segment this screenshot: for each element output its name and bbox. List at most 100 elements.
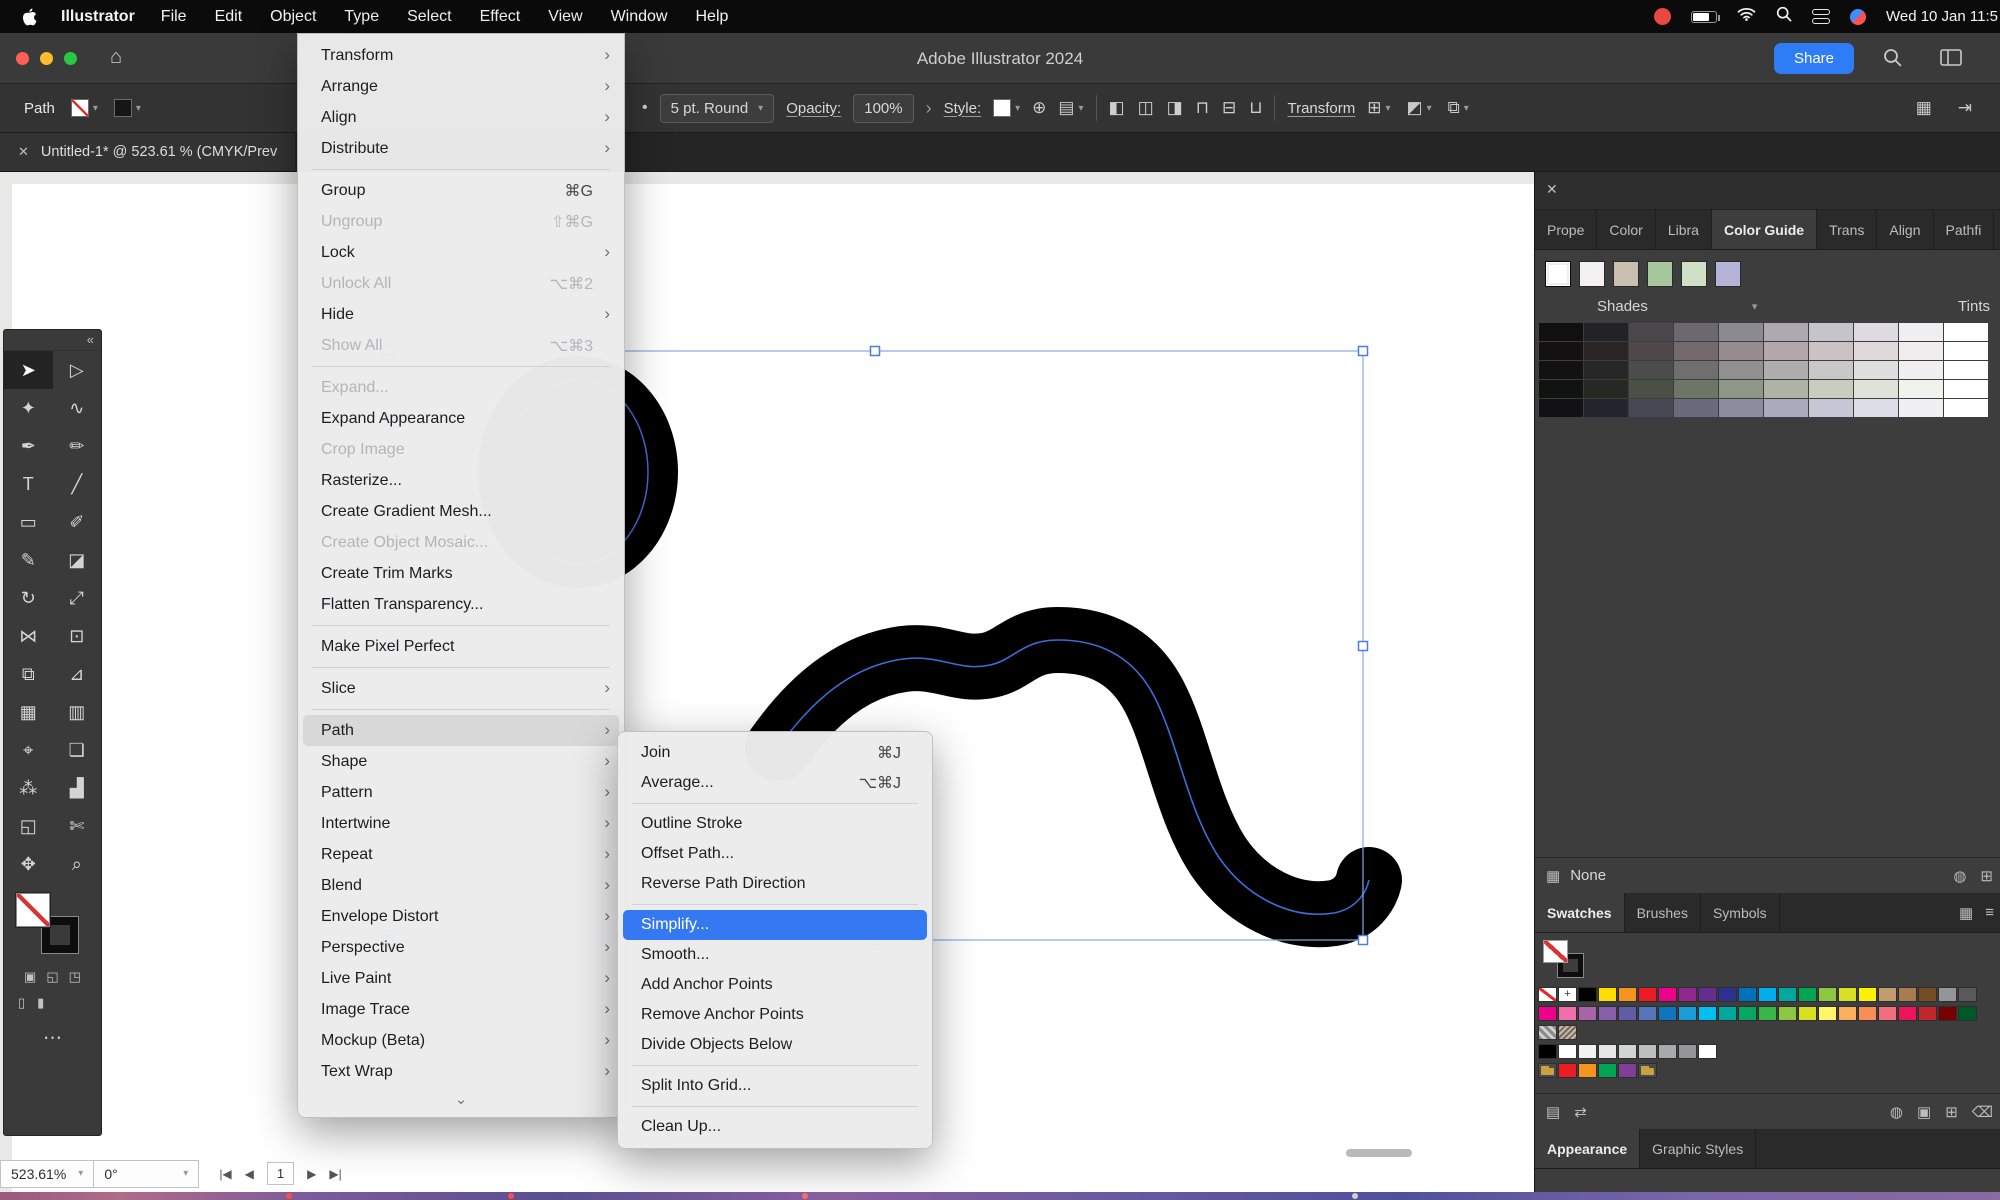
menu-item[interactable]: Text Wrap [303, 1056, 619, 1087]
swatch[interactable] [1618, 987, 1637, 1002]
close-tab-icon[interactable]: ✕ [18, 144, 29, 160]
isolate-mode-icon[interactable]: ⧉ ▾ [1448, 98, 1469, 118]
swatch[interactable] [1538, 1006, 1557, 1021]
color-guide-base-swatch[interactable] [1715, 261, 1741, 287]
swatch[interactable] [1538, 1063, 1557, 1078]
swatch[interactable] [1918, 1006, 1937, 1021]
swatch[interactable] [1578, 1044, 1597, 1059]
swatch[interactable] [1958, 987, 1977, 1002]
opacity-label[interactable]: Opacity: [786, 100, 841, 117]
zoom-tool[interactable]: ⌕ [53, 845, 102, 883]
swatch[interactable] [1638, 1006, 1657, 1021]
swatch[interactable] [1558, 1063, 1577, 1078]
color-guide-swatch[interactable] [1719, 399, 1763, 417]
menu-item[interactable]: Clean Up... [623, 1112, 927, 1142]
color-guide-swatch[interactable] [1944, 380, 1988, 398]
mesh-tool[interactable]: ▦ [4, 693, 53, 731]
menu-item[interactable] [632, 904, 918, 905]
screen-mode-icon[interactable]: ▮ [37, 995, 44, 1011]
perspective-grid-tool[interactable]: ⊿ [53, 655, 102, 693]
fill-color-control[interactable]: ▾ [70, 99, 98, 117]
menu-item-path[interactable]: Path [303, 715, 619, 746]
swatch[interactable] [1598, 987, 1617, 1002]
search-icon[interactable] [1883, 48, 1902, 72]
color-guide-base-swatch[interactable] [1681, 261, 1707, 287]
color-guide-swatch[interactable] [1809, 342, 1853, 360]
color-guide-swatch[interactable] [1584, 380, 1628, 398]
close-panel-icon[interactable]: ✕ [1546, 181, 1558, 198]
gradient-tool[interactable]: ▥ [53, 693, 102, 731]
eyedropper-tool[interactable]: ⌖ [4, 731, 53, 769]
swatch[interactable] [1718, 1006, 1737, 1021]
dock-panel-icon[interactable]: ⇥ [1958, 98, 1972, 118]
swatch-kinds-icon[interactable]: ⇄ [1574, 1103, 1587, 1121]
wifi-icon[interactable] [1737, 7, 1756, 26]
color-guide-swatch[interactable] [1629, 361, 1673, 379]
pencil-tool[interactable]: ✎ [4, 541, 53, 579]
panel-tab[interactable]: Libra [1656, 210, 1712, 249]
panel-tab[interactable]: Swatches [1535, 893, 1625, 932]
swatch[interactable] [1538, 1044, 1557, 1059]
swatch[interactable] [1958, 1006, 1977, 1021]
color-guide-swatch[interactable] [1719, 380, 1763, 398]
align-icon[interactable]: ⊓ [1196, 98, 1209, 118]
tints-label[interactable]: Tints [1958, 298, 1990, 315]
rotate-tool[interactable]: ↻ [4, 579, 53, 617]
color-guide-swatch[interactable] [1944, 399, 1988, 417]
menu-item[interactable]: Crop Image [303, 434, 619, 465]
new-swatch-icon[interactable]: ⊞ [1945, 1103, 1958, 1121]
swatch[interactable] [1658, 1006, 1677, 1021]
menubar-item[interactable]: Object [256, 0, 330, 33]
new-color-group-icon[interactable]: ▣ [1917, 1103, 1931, 1121]
menu-item[interactable]: Expand... [303, 372, 619, 403]
swatch[interactable] [1598, 1063, 1617, 1078]
color-guide-swatch[interactable] [1674, 361, 1718, 379]
opacity-value-dropdown[interactable]: 100% [853, 93, 914, 123]
swatch[interactable] [1558, 1044, 1577, 1059]
document-setup-icon[interactable]: ⊕ [1032, 98, 1046, 118]
panel-tab[interactable]: Prope [1535, 210, 1598, 249]
swatch[interactable] [1798, 1006, 1817, 1021]
menu-item[interactable] [632, 1065, 918, 1066]
slice-tool[interactable]: ✄ [53, 807, 102, 845]
panel-tab[interactable]: Brushes [1625, 893, 1701, 932]
app-menu-title[interactable]: Illustrator [61, 8, 135, 26]
color-guide-swatch[interactable] [1674, 323, 1718, 341]
menu-item[interactable]: Smooth... [623, 940, 927, 970]
line-segment-tool[interactable]: ╱ [53, 465, 102, 503]
menubar-clock[interactable]: Wed 10 Jan 11:5 [1886, 8, 1998, 25]
control-center-icon[interactable] [1811, 9, 1830, 24]
type-tool[interactable]: T [4, 465, 53, 503]
shape-mode-icon[interactable]: ⊞ ▾ [1367, 98, 1390, 118]
color-guide-swatch[interactable] [1764, 342, 1808, 360]
color-guide-swatch[interactable] [1629, 399, 1673, 417]
hand-tool[interactable]: ✥ [4, 845, 53, 883]
menu-item[interactable]: Group ⌘G [303, 175, 619, 206]
swatch[interactable] [1758, 987, 1777, 1002]
menu-item[interactable] [632, 1106, 918, 1107]
list-view-icon[interactable]: ≡ [1985, 904, 1994, 921]
panel-tab[interactable]: Trans [1817, 210, 1878, 249]
swatch[interactable] [1918, 987, 1937, 1002]
swatch[interactable] [1878, 1006, 1897, 1021]
swatch[interactable] [1938, 987, 1957, 1002]
color-guide-swatch[interactable] [1809, 323, 1853, 341]
menu-item[interactable]: Arrange [303, 71, 619, 102]
swatch[interactable] [1718, 987, 1737, 1002]
menu-item[interactable]: Ungroup ⇧⌘G [303, 206, 619, 237]
menubar-item[interactable]: Help [681, 0, 742, 33]
panel-tab[interactable]: Align [1877, 210, 1934, 249]
menu-item[interactable] [312, 169, 610, 170]
artboard-number[interactable]: 1 [266, 1162, 295, 1185]
rotation-control[interactable]: 0° ▾ [93, 1159, 200, 1188]
selection-tool[interactable]: ➤ [4, 351, 53, 389]
artboard-options-control[interactable]: ▤ ▾ [1058, 98, 1083, 118]
swatch[interactable] [1778, 987, 1797, 1002]
color-guide-swatch[interactable] [1629, 380, 1673, 398]
swatch[interactable] [1578, 1063, 1597, 1078]
artboard-tool[interactable]: ◱ [4, 807, 53, 845]
swatch[interactable] [1938, 1006, 1957, 1021]
menu-item[interactable] [312, 667, 610, 668]
zoom-control[interactable]: 523.61% ▾ [0, 1159, 95, 1188]
color-guide-swatch[interactable] [1899, 361, 1943, 379]
